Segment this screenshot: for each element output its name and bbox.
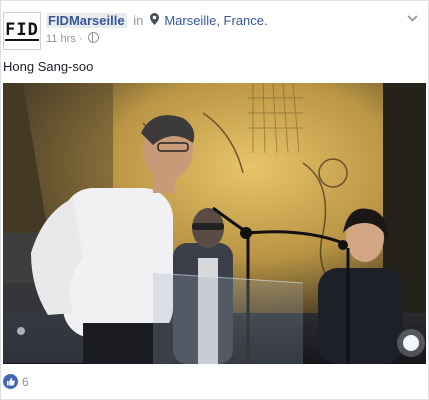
post-card: FID FIDMarseille in Marseille, France. 1… — [0, 0, 429, 400]
chevron-down-icon[interactable] — [407, 13, 418, 25]
map-pin-icon — [149, 13, 162, 28]
page-name-link[interactable]: FIDMarseille — [46, 13, 127, 28]
in-label: in — [133, 13, 144, 28]
avatar-logo-text: FID — [5, 20, 39, 41]
page-avatar[interactable]: FID — [3, 12, 41, 50]
post-caption: Hong Sang-soo — [3, 59, 94, 74]
reaction-count: 6 — [22, 374, 29, 389]
location-link[interactable]: Marseille, France. — [164, 13, 267, 28]
reaction-summary[interactable]: 6 — [3, 374, 29, 389]
meta-separator: · — [78, 33, 83, 45]
post-photo[interactable] — [3, 83, 426, 364]
post-header: FIDMarseille in Marseille, France. — [46, 13, 268, 28]
timestamp-link[interactable]: 11 hrs — [46, 33, 76, 45]
globe-icon — [87, 32, 99, 43]
like-icon — [3, 374, 18, 389]
post-meta: 11 hrs · — [46, 32, 99, 45]
